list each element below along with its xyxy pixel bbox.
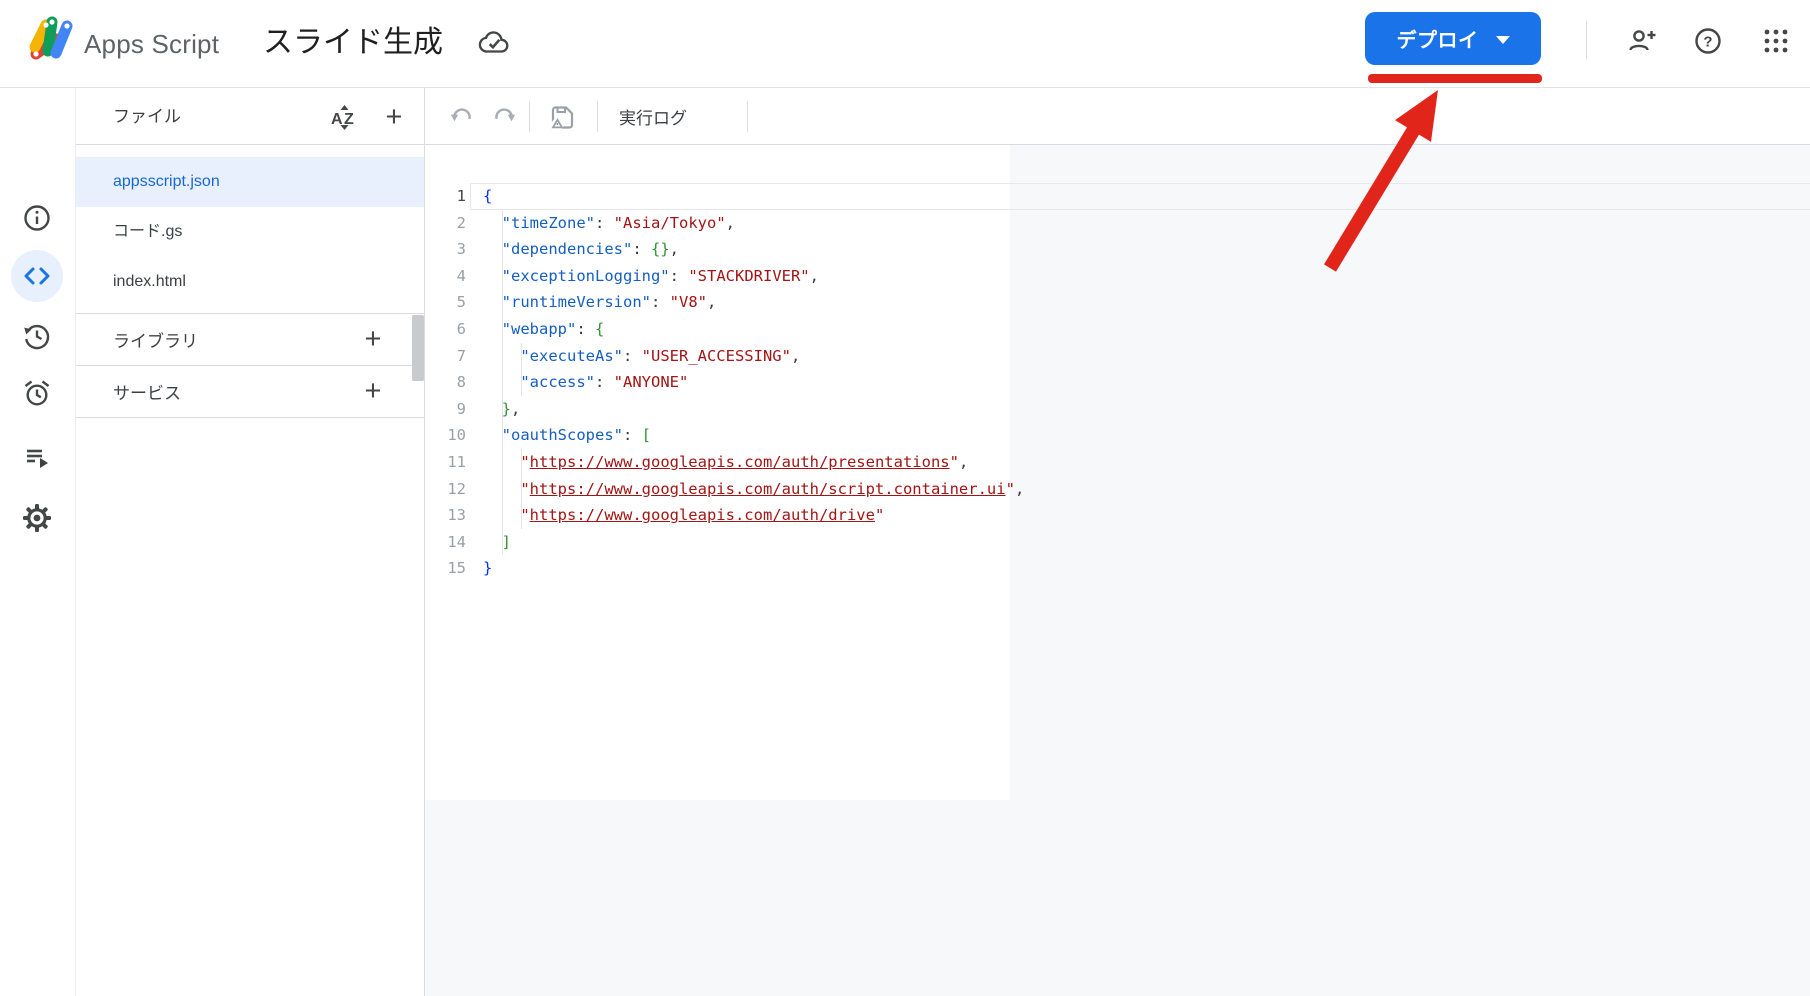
code-line-5: "runtimeVersion": "V8", [501,293,717,312]
line-number: 9 [456,399,466,418]
app-name: Apps Script [84,29,220,59]
toolbar-divider [597,101,598,132]
deploy-button[interactable]: デプロイ [1365,12,1541,65]
triggers-alarm-clock-icon[interactable] [15,371,59,415]
line-number: 7 [456,346,466,365]
libraries-section: ライブラリ + [76,313,424,365]
history-icon[interactable] [15,314,59,358]
code-line-3: "dependencies": {}, [501,240,680,259]
google-apps-grid-icon[interactable] [1756,21,1796,61]
line-number: 5 [456,293,466,312]
executions-list-icon[interactable] [15,436,59,480]
libraries-label: ライブラリ [113,332,198,351]
undo-icon[interactable] [446,102,476,132]
project-settings-gear-icon[interactable] [15,496,59,540]
cloud-saved-icon [477,26,511,60]
toolbar-divider [747,101,748,132]
code-editor[interactable]: 1 2 3 4 5 6 7 8 9 10 11 12 13 14 15 { "timeZone": "Asi… [425,145,1810,996]
toolbar-divider [529,101,530,132]
overview-info-icon[interactable] [15,196,59,240]
svg-text:?: ? [1703,34,1712,51]
code-line-6: "webapp": { [501,319,605,338]
add-library-icon[interactable]: + [356,323,390,357]
editor-toolbar: 実行ログ [425,88,1810,145]
project-title[interactable]: スライド生成 [263,0,443,88]
code-line-4: "exceptionLogging": "STACKDRIVER", [501,266,819,285]
line-number: 1 [456,187,466,205]
line-number: 8 [456,373,466,392]
line-number: 15 [447,559,466,578]
line-number: 10 [447,426,466,445]
line-number: 14 [447,532,466,551]
line-number: 2 [456,213,466,232]
code-content[interactable]: { "timeZone": "Asia/Tokyo", "dependencie… [483,183,1024,582]
line-number: 4 [456,266,466,285]
line-number: 3 [456,240,466,259]
add-service-icon[interactable]: + [356,375,390,409]
code-line-7: "executeAs": "USER_ACCESSING", [520,346,801,365]
apps-script-logo-icon [26,13,74,63]
line-number-gutter: 1 2 3 4 5 6 7 8 9 10 11 12 13 14 15 [425,183,466,582]
line-number: 12 [447,479,466,498]
line-number: 13 [447,506,466,525]
code-line-12: "https://www.googleapis.com/auth/script.… [520,479,1025,498]
help-icon[interactable]: ? [1688,21,1728,61]
deploy-button-label: デプロイ [1396,30,1479,52]
editor-code-icon[interactable] [15,254,59,298]
services-section: サービス + [76,365,424,418]
left-nav-rail [0,88,76,996]
annotation-red-underline [1368,74,1542,83]
file-panel-title: ファイル [113,107,181,126]
line-number: 6 [456,319,466,338]
code-line-9: }, [501,399,521,418]
code-line-14: ] [501,532,512,551]
code-line-11: "https://www.googleapis.com/auth/present… [520,452,969,471]
code-line-2: "timeZone": "Asia/Tokyo", [501,213,735,232]
add-person-icon[interactable] [1622,21,1662,61]
code-line-8: "access": "ANYONE" [520,373,689,392]
services-label: サービス [113,384,181,403]
line-number: 11 [447,452,466,471]
file-list: appsscript.json コード.gs index.html [76,157,424,307]
code-line-15: } [483,559,493,578]
file-item-コード.gs[interactable]: コード.gs [76,207,424,257]
code-line-10: "oauthScopes": [ [501,426,652,445]
add-file-icon[interactable]: + [376,99,412,135]
code-line-1: { [483,187,493,205]
redo-icon[interactable] [490,102,520,132]
save-icon[interactable] [547,102,577,132]
apps-script-window: Apps Script スライド生成 デプロイ ? ファイル A Z + app… [0,0,1810,996]
panel-scrollbar-thumb[interactable] [412,315,424,381]
file-item-appsscript.json[interactable]: appsscript.json [76,157,424,207]
file-panel-header: ファイル A Z + [76,88,424,145]
deploy-caret-icon [1495,35,1510,44]
file-item-index.html[interactable]: index.html [76,257,424,307]
header-divider [1586,21,1587,59]
sort-az-icon[interactable]: A Z [328,101,362,133]
run-log-button[interactable]: 実行ログ [619,88,687,145]
code-line-13: "https://www.googleapis.com/auth/drive" [520,506,885,525]
file-panel: ファイル A Z + appsscript.json コード.gs index.ht… [76,88,425,996]
